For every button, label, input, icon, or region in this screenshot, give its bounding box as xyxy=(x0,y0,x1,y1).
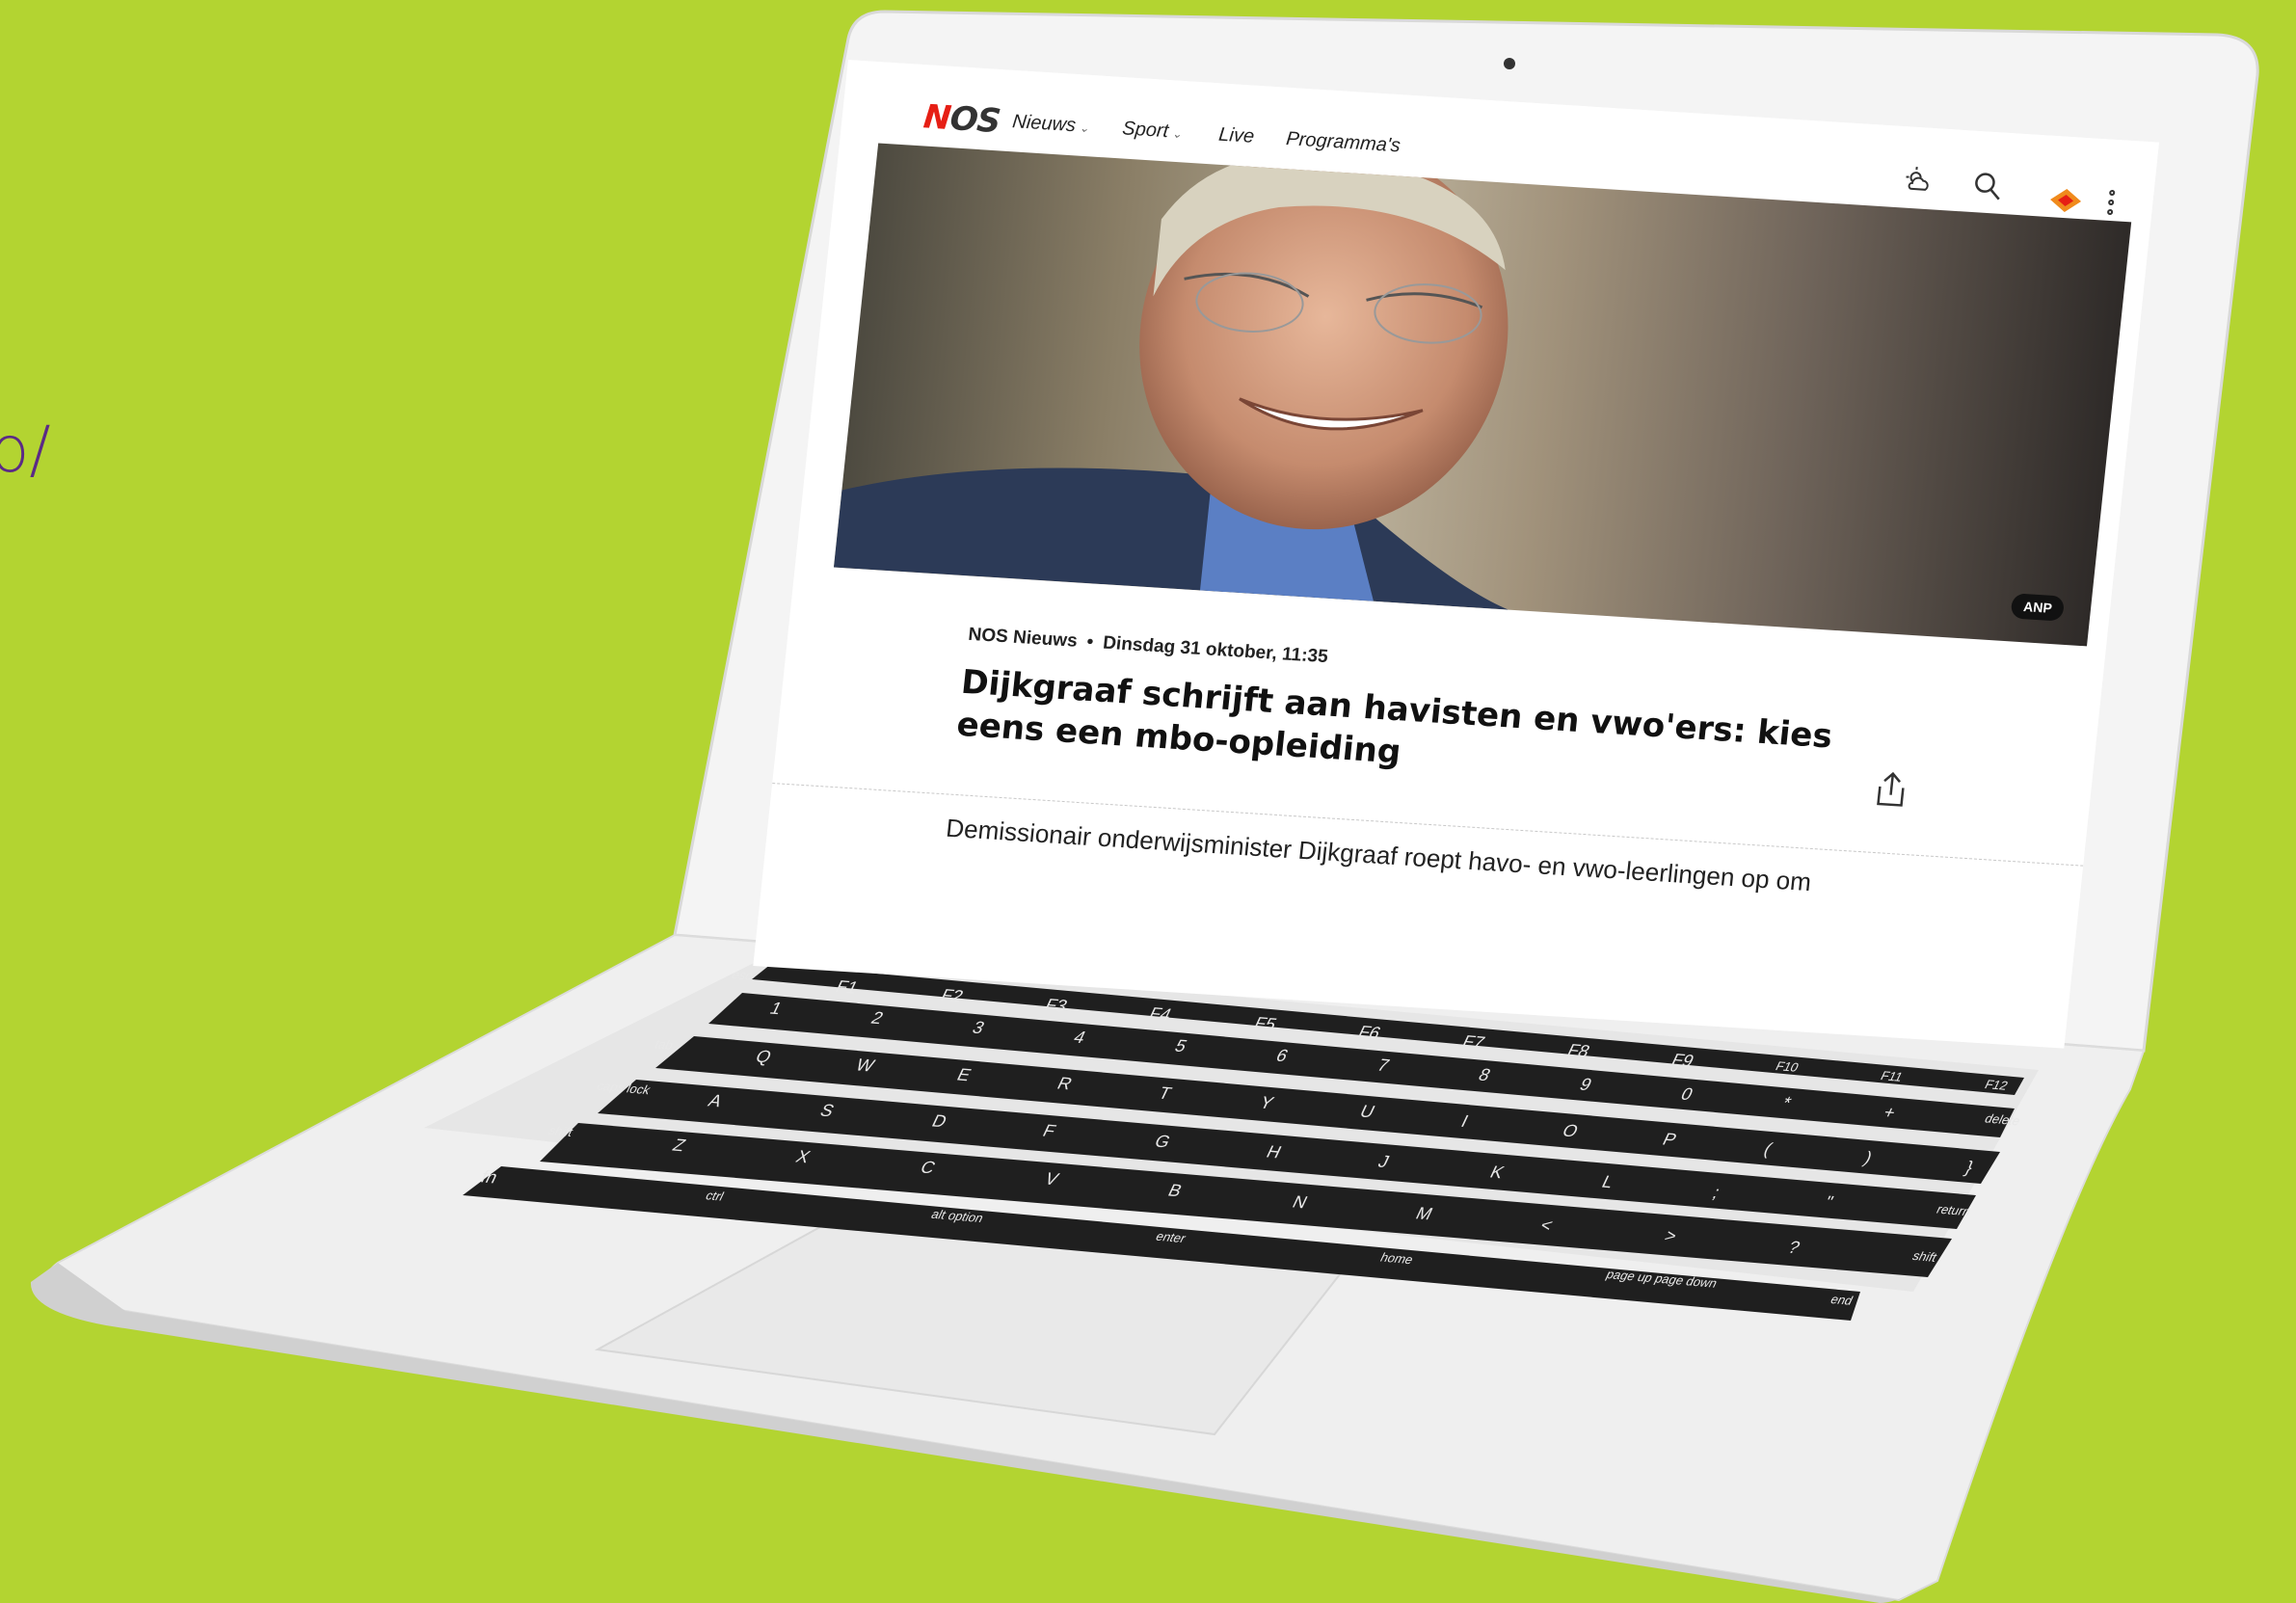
hero-image: ANP xyxy=(833,143,2132,647)
article-meta: NOS Nieuws • Dinsdag 31 oktober, 11:35 xyxy=(967,625,1329,668)
nav-label: Live xyxy=(1217,123,1256,147)
nav-label: Sport xyxy=(1121,118,1170,143)
nav-label: Programma's xyxy=(1285,127,1402,157)
weather-icon[interactable] xyxy=(1901,165,1935,198)
chevron-down-icon: ⌄ xyxy=(1079,120,1090,136)
nos-tv-icon[interactable] xyxy=(2047,186,2085,215)
article-source[interactable]: NOS Nieuws xyxy=(968,625,1079,652)
nav-live[interactable]: Live xyxy=(1217,124,1255,148)
share-icon[interactable] xyxy=(1870,768,1912,812)
article-date: Dinsdag 31 oktober, 11:35 xyxy=(1102,632,1329,668)
more-icon[interactable] xyxy=(2106,189,2119,222)
search-icon[interactable] xyxy=(1970,170,2004,202)
chevron-down-icon: ⌄ xyxy=(1171,126,1183,142)
nav-programmas[interactable]: Programma's xyxy=(1285,128,1402,157)
webcam xyxy=(1504,58,1515,69)
portrait-photo xyxy=(833,143,1508,610)
nav-label: Nieuws xyxy=(1011,111,1078,137)
nav-sport[interactable]: Sport ⌄ xyxy=(1121,118,1183,144)
article-headline: Dijkgraaf schrijft aan havisten en vwo'e… xyxy=(954,662,1834,772)
logo-rest: OS xyxy=(948,99,1002,142)
image-credit: ANP xyxy=(2010,593,2066,622)
nos-logo[interactable]: NOS xyxy=(921,97,1001,141)
meta-separator: • xyxy=(1085,631,1095,653)
browser-screen: NOS Nieuws ⌄ Sport ⌄ Live Programma's AN… xyxy=(753,60,2159,1049)
nav-nieuws[interactable]: Nieuws ⌄ xyxy=(1011,111,1090,138)
